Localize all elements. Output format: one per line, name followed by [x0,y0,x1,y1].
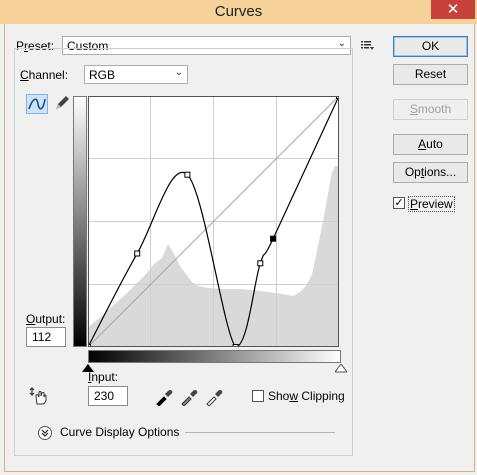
curve-control-point[interactable] [134,250,141,257]
input-field[interactable]: 230 [88,386,128,406]
expand-chevron-icon[interactable] [38,426,52,440]
output-field[interactable]: 112 [26,327,66,347]
divider [185,432,335,433]
show-clipping-checkbox[interactable] [252,390,264,402]
options-button[interactable]: Options... [393,162,468,183]
curve-control-point[interactable] [184,171,191,178]
window-title: Curves [214,3,263,20]
white-eyedropper-icon[interactable] [203,388,225,408]
ok-button[interactable]: OK [393,36,468,57]
smooth-button[interactable]: Smooth [393,99,468,120]
reset-button[interactable]: Reset [393,64,468,85]
channel-label: Channel: [20,68,81,82]
gray-eyedropper-icon[interactable] [178,388,200,408]
curve-control-point[interactable] [270,235,277,242]
curve-point-icon[interactable] [26,94,48,114]
channel-value: RGB [89,68,116,82]
hand-adjust-icon[interactable] [28,386,50,406]
input-gradient [88,350,341,363]
black-eyedropper-icon[interactable] [153,388,175,408]
output-label: Output: [26,312,66,326]
title-bar: Curves ✕ [0,0,477,24]
preset-options-icon[interactable] [360,38,376,52]
pencil-icon[interactable] [51,94,73,114]
curve-control-point[interactable] [257,260,264,267]
auto-button[interactable]: Auto [393,134,468,155]
preview-label: Preview [408,196,455,212]
preview-checkbox[interactable]: ✓ [393,197,405,209]
channel-select[interactable]: RGB ⌄ [84,65,188,84]
white-point-slider[interactable] [334,362,348,376]
curve-graph[interactable] [88,96,339,347]
output-gradient [73,96,87,347]
input-label: Input: [88,370,119,384]
chevron-down-icon: ⌄ [174,67,183,78]
curve-display-options-label[interactable]: Curve Display Options [60,425,179,439]
close-button[interactable]: ✕ [431,0,475,19]
show-clipping-label: Show Clipping [268,389,345,403]
